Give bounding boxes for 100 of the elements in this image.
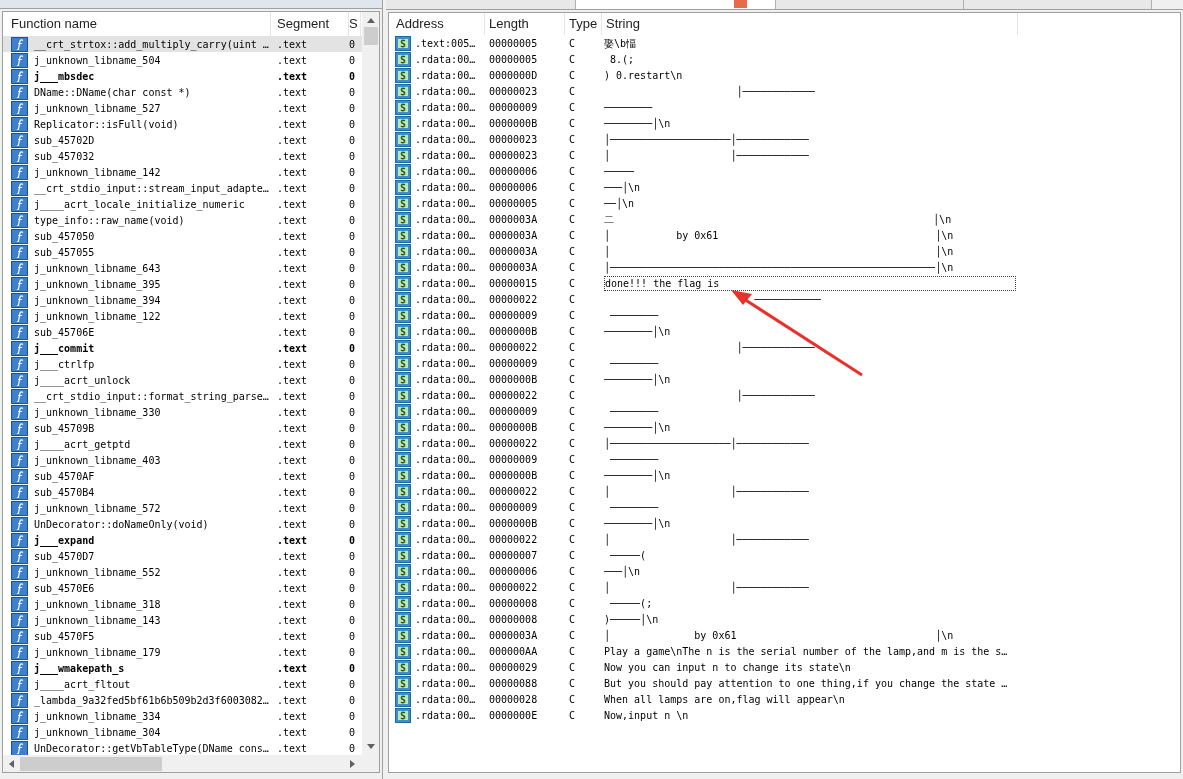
horizontal-scrollbar[interactable]: [3, 755, 379, 772]
string-row[interactable]: .rdata:00… 00000006 C ─────: [389, 163, 1180, 179]
function-row[interactable]: DName::DName(char const *) .text 0: [3, 84, 362, 100]
string-row[interactable]: .rdata:00… 0000003A C │ │\n: [389, 243, 1180, 259]
string-row[interactable]: .rdata:00… 00000007 C ─────(: [389, 547, 1180, 563]
string-row[interactable]: .rdata:00… 00000022 C │ │────────────: [389, 579, 1180, 595]
column-header[interactable]: Length: [485, 13, 565, 35]
string-row[interactable]: .rdata:00… 00000015 C done!!! the flag is: [389, 275, 1180, 291]
function-row[interactable]: j_unknown_libname_552 .text 0: [3, 564, 362, 580]
function-row[interactable]: j_unknown_libname_122 .text 0: [3, 308, 362, 324]
function-row[interactable]: j____acrt_fltout .text 0: [3, 676, 362, 692]
string-row[interactable]: .rdata:00… 0000003A C │──────────────────────────────────────────────────────│\n: [389, 259, 1180, 275]
function-row[interactable]: sub_4570D7 .text 0: [3, 548, 362, 564]
function-row[interactable]: sub_457055 .text 0: [3, 244, 362, 260]
function-row[interactable]: Replicator::isFull(void) .text 0: [3, 116, 362, 132]
function-row[interactable]: sub_4570AF .text 0: [3, 468, 362, 484]
function-row[interactable]: __crt_strtox::add_multiply_carry(uint … .text 0: [3, 36, 362, 52]
string-row[interactable]: .rdata:00… 00000022 C │ │────────────: [389, 483, 1180, 499]
string-row[interactable]: .rdata:00… 00000022 C │────────────: [389, 387, 1180, 403]
column-header[interactable]: Address: [389, 13, 485, 35]
function-row[interactable]: j____acrt_locale_initialize_numeric .text 0: [3, 196, 362, 212]
string-row[interactable]: .rdata:00… 00000008 C )─────│\n: [389, 611, 1180, 627]
string-row[interactable]: .rdata:00… 00000009 C ────────: [389, 451, 1180, 467]
string-row[interactable]: .rdata:00… 00000022 C │────────────: [389, 339, 1180, 355]
string-row[interactable]: .rdata:00… 00000005 C 8.(;: [389, 51, 1180, 67]
string-row[interactable]: .rdata:00… 0000000B C ────────│\n: [389, 419, 1180, 435]
function-row[interactable]: UnDecorator::getVbTableType(DName cons… .text 0: [3, 740, 362, 755]
function-row[interactable]: j_unknown_libname_395 .text 0: [3, 276, 362, 292]
function-row[interactable]: __crt_stdio_input::stream_input_adapte… .text 0: [3, 180, 362, 196]
string-row[interactable]: .rdata:00… 0000000B C ────────│\n: [389, 115, 1180, 131]
function-row[interactable]: j___expand .text 0: [3, 532, 362, 548]
function-row[interactable]: _lambda_9a32fed5bf61b6b509b2d3f6003082… .text 0: [3, 692, 362, 708]
function-row[interactable]: j_unknown_libname_318 .text 0: [3, 596, 362, 612]
function-row[interactable]: UnDecorator::doNameOnly(void) .text 0: [3, 516, 362, 532]
string-row[interactable]: .rdata:00… 0000000B C ────────│\n: [389, 467, 1180, 483]
function-row[interactable]: j_unknown_libname_572 .text 0: [3, 500, 362, 516]
function-row[interactable]: type_info::raw_name(void) .text 0: [3, 212, 362, 228]
string-row[interactable]: .rdata:00… 00000008 C ─────(;: [389, 595, 1180, 611]
function-row[interactable]: j___commit .text 0: [3, 340, 362, 356]
string-row[interactable]: .rdata:00… 00000028 C When all lamps are on,flag will appear\n: [389, 691, 1180, 707]
string-row[interactable]: .rdata:00… 0000000B C ────────│\n: [389, 371, 1180, 387]
column-header[interactable]: String: [602, 13, 1018, 35]
string-row[interactable]: .rdata:00… 00000005 C ──│\n: [389, 195, 1180, 211]
function-row[interactable]: sub_45709B .text 0: [3, 420, 362, 436]
string-row[interactable]: .rdata:00… 00000006 C ───│\n: [389, 179, 1180, 195]
function-row[interactable]: j_unknown_libname_179 .text 0: [3, 644, 362, 660]
function-row[interactable]: sub_457050 .text 0: [3, 228, 362, 244]
string-row[interactable]: .rdata:00… 00000022 C │ │────────────: [389, 531, 1180, 547]
function-row[interactable]: sub_4570B4 .text 0: [3, 484, 362, 500]
tab[interactable]: [576, 0, 776, 9]
scroll-thumb[interactable]: [20, 756, 162, 771]
scroll-thumb[interactable]: [363, 27, 378, 45]
function-row[interactable]: j_unknown_libname_504 .text 0: [3, 52, 362, 68]
scroll-left-icon[interactable]: [9, 759, 14, 768]
function-row[interactable]: j___ctrlfp .text 0: [3, 356, 362, 372]
string-row[interactable]: .rdata:00… 0000003A C │ by 0x61 │\n: [389, 227, 1180, 243]
string-row[interactable]: .rdata:00… 0000003A C 二 │\n: [389, 211, 1180, 227]
function-row[interactable]: j_unknown_libname_527 .text 0: [3, 100, 362, 116]
string-row[interactable]: .rdata:00… 00000023 C │────────────────────│────────────: [389, 131, 1180, 147]
function-row[interactable]: j_unknown_libname_394 .text 0: [3, 292, 362, 308]
string-row[interactable]: .rdata:00… 00000009 C ────────: [389, 499, 1180, 515]
function-row[interactable]: j_unknown_libname_143 .text 0: [3, 612, 362, 628]
scroll-down-icon[interactable]: [366, 744, 375, 749]
string-row[interactable]: .rdata:00… 0000000E C Now,input n \n: [389, 707, 1180, 723]
string-row[interactable]: .rdata:00… 00000009 C ────────: [389, 99, 1180, 115]
string-row[interactable]: .text:005… 00000005 C 娶\b愊: [389, 35, 1180, 51]
function-row[interactable]: sub_4570E6 .text 0: [3, 580, 362, 596]
string-row[interactable]: .rdata:00… 00000022 C │────────────────────│────────────: [389, 435, 1180, 451]
string-row[interactable]: .rdata:00… 00000006 C ───│\n: [389, 563, 1180, 579]
function-row[interactable]: j___wmakepath_s .text 0: [3, 660, 362, 676]
string-row[interactable]: .rdata:00… 00000088 C But you should pay attention to one thing,if you change the state …: [389, 675, 1180, 691]
function-row[interactable]: j____acrt_unlock .text 0: [3, 372, 362, 388]
vertical-scrollbar[interactable]: [362, 12, 379, 755]
function-row[interactable]: j_unknown_libname_142 .text 0: [3, 164, 362, 180]
function-row[interactable]: j____acrt_getptd .text 0: [3, 436, 362, 452]
close-icon[interactable]: [734, 0, 747, 8]
string-row[interactable]: .rdata:00… 000000AA C Play a game\nThe n is the serial number of the lamp,and m is the s…: [389, 643, 1180, 659]
string-row[interactable]: .rdata:00… 00000023 C │────────────: [389, 83, 1180, 99]
function-row[interactable]: sub_45702D .text 0: [3, 132, 362, 148]
function-row[interactable]: sub_4570F5 .text 0: [3, 628, 362, 644]
function-row[interactable]: sub_45706E .text 0: [3, 324, 362, 340]
string-row[interactable]: .rdata:00… 00000009 C ────────: [389, 307, 1180, 323]
string-row[interactable]: .rdata:00… 00000023 C │ │────────────: [389, 147, 1180, 163]
function-row[interactable]: j_unknown_libname_330 .text 0: [3, 404, 362, 420]
string-row[interactable]: .rdata:00… 0000003A C │ by 0x61 │\n: [389, 627, 1180, 643]
string-row[interactable]: .rdata:00… 00000029 C Now you can input n to change its state\n: [389, 659, 1180, 675]
function-row[interactable]: sub_457032 .text 0: [3, 148, 362, 164]
string-row[interactable]: .rdata:00… 00000009 C ────────: [389, 355, 1180, 371]
function-row[interactable]: j_unknown_libname_643 .text 0: [3, 260, 362, 276]
string-row[interactable]: .rdata:00… 0000000B C ────────│\n: [389, 323, 1180, 339]
function-row[interactable]: j_unknown_libname_334 .text 0: [3, 708, 362, 724]
function-row[interactable]: j___mbsdec .text 0: [3, 68, 362, 84]
function-row[interactable]: j_unknown_libname_403 .text 0: [3, 452, 362, 468]
string-row[interactable]: .rdata:00… 0000000B C ────────│\n: [389, 515, 1180, 531]
string-row[interactable]: .rdata:00… 0000000D C ) 0.restart\n: [389, 67, 1180, 83]
function-row[interactable]: j_unknown_libname_304 .text 0: [3, 724, 362, 740]
scroll-right-icon[interactable]: [350, 759, 355, 768]
function-row[interactable]: __crt_stdio_input::format_string_parse… .text 0: [3, 388, 362, 404]
string-row[interactable]: .rdata:00… 00000009 C ────────: [389, 403, 1180, 419]
string-row[interactable]: .rdata:00… 00000022 C ───────────: [389, 291, 1180, 307]
